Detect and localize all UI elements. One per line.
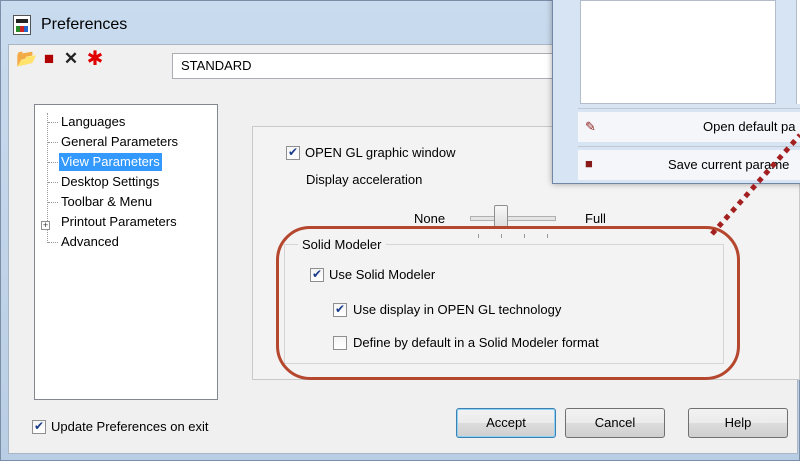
dotted-connector-line [710,133,800,236]
dotted-connector [710,133,800,236]
